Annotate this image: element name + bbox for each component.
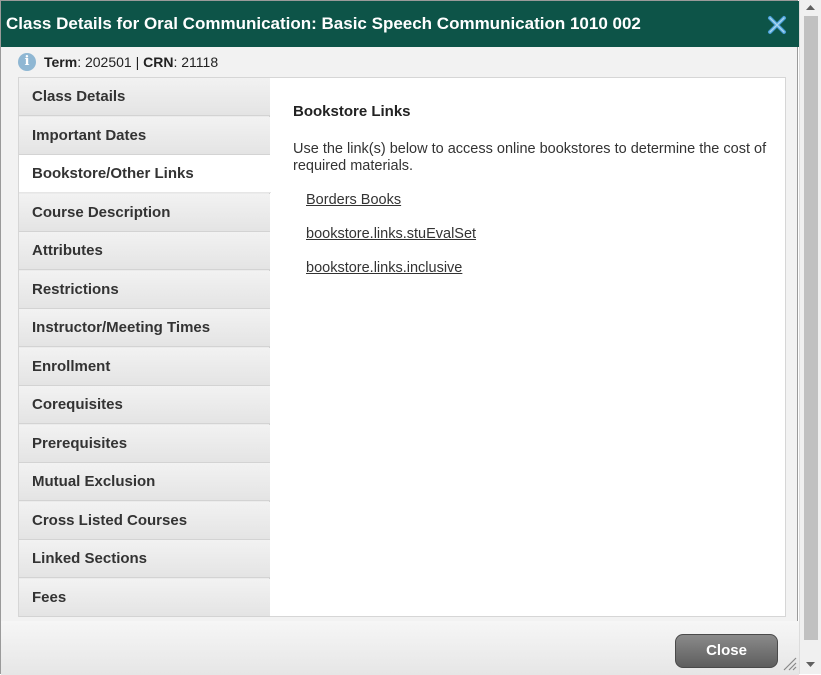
nav-item-mutual-exclusion[interactable]: Mutual Exclusion [19, 463, 270, 501]
nav-item-course-description[interactable]: Course Description [19, 193, 270, 232]
details-panel: Class Details Important Dates Bookstore/… [18, 77, 786, 617]
nav-item-fees[interactable]: Fees [19, 578, 270, 617]
nav-item-instructor-meeting-times[interactable]: Instructor/Meeting Times [19, 309, 270, 347]
close-x-icon[interactable] [766, 14, 788, 36]
nav-item-corequisites[interactable]: Corequisites [19, 386, 270, 424]
page-scrollbar[interactable] [799, 0, 821, 674]
nav-item-attributes[interactable]: Attributes [19, 232, 270, 270]
dialog-title: Class Details for Oral Communication: Ba… [6, 14, 641, 33]
scrollbar-thumb[interactable] [804, 16, 818, 640]
bookstore-link[interactable]: bookstore.links.inclusive [306, 260, 462, 276]
details-nav: Class Details Important Dates Bookstore/… [19, 78, 271, 617]
bookstore-content: Bookstore Links Use the link(s) below to… [271, 78, 785, 616]
nav-item-cross-listed-courses[interactable]: Cross Listed Courses [19, 501, 270, 540]
scroll-up-icon[interactable] [800, 0, 821, 16]
nav-item-important-dates[interactable]: Important Dates [19, 116, 270, 155]
nav-item-restrictions[interactable]: Restrictions [19, 270, 270, 309]
term-label: Term [44, 54, 78, 70]
content-description: Use the link(s) below to access online b… [293, 141, 767, 174]
bookstore-link[interactable]: bookstore.links.stuEvalSet [306, 226, 476, 242]
nav-item-class-details[interactable]: Class Details [19, 78, 270, 116]
term-crn-text: Term: 202501 | CRN: 21118 [44, 54, 219, 70]
content-title: Bookstore Links [293, 103, 411, 120]
nav-item-linked-sections[interactable]: Linked Sections [19, 540, 270, 578]
nav-item-prerequisites[interactable]: Prerequisites [19, 424, 270, 463]
scroll-down-icon[interactable] [800, 656, 821, 672]
class-details-dialog: Class Details for Oral Communication: Ba… [0, 0, 799, 675]
resize-grip-icon[interactable] [781, 655, 797, 671]
close-button[interactable]: Close [675, 634, 778, 668]
crn-value: 21118 [181, 54, 219, 70]
nav-item-bookstore-other-links[interactable]: Bookstore/Other Links [19, 155, 271, 193]
bookstore-link[interactable]: Borders Books [306, 192, 401, 208]
info-icon: i [18, 53, 36, 71]
nav-item-enrollment[interactable]: Enrollment [19, 347, 270, 386]
crn-label: CRN [143, 54, 174, 70]
separator: | [135, 54, 140, 70]
dialog-titlebar: Class Details for Oral Communication: Ba… [1, 1, 799, 47]
term-value: 202501 [84, 54, 132, 70]
